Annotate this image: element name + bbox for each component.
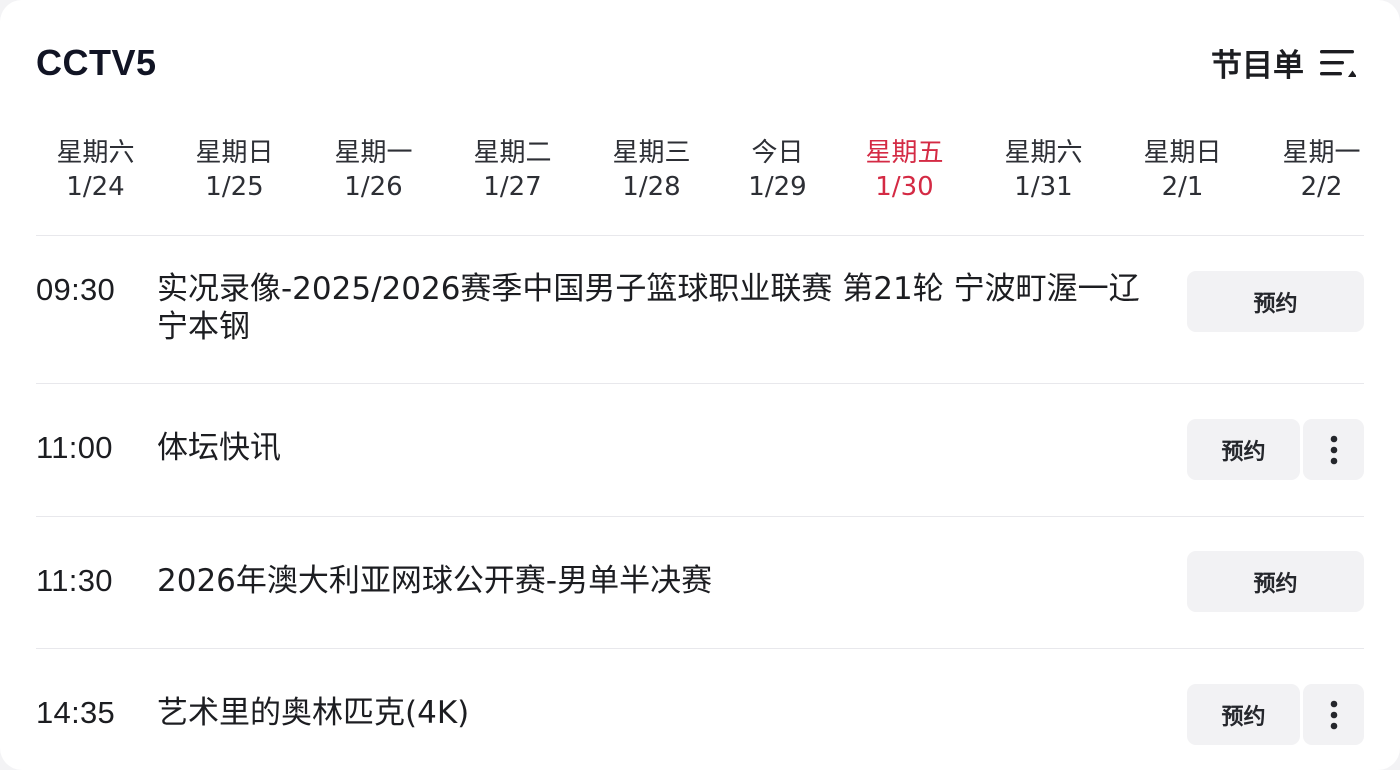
day-date: 1/29: [748, 172, 807, 202]
program-row: 14:35 艺术里的奥林匹克(4K) 预约: [36, 649, 1364, 755]
program-title: 艺术里的奥林匹克(4K): [157, 695, 470, 731]
day-tab[interactable]: 星期六 1/31: [974, 136, 1113, 204]
day-tab-selected[interactable]: 星期五 1/30: [835, 136, 974, 204]
day-name: 星期日: [1143, 138, 1222, 168]
program-time: 11:30: [36, 563, 113, 598]
more-button[interactable]: [1303, 684, 1364, 745]
day-date: 1/27: [483, 172, 542, 202]
day-name: 星期六: [56, 138, 135, 168]
day-name: 星期三: [612, 138, 691, 168]
day-date: 1/25: [205, 172, 264, 202]
day-date: 2/2: [1300, 172, 1343, 202]
day-tab[interactable]: 星期六 1/24: [26, 136, 165, 204]
epg-card: CCTV5 节目单 星期六 1/24 星期日 1/25 星期一 1/26 星期二…: [0, 0, 1400, 770]
schedule-label: 节目单: [1211, 48, 1304, 84]
reserve-button[interactable]: 预约: [1187, 551, 1364, 612]
program-time: 09:30: [36, 272, 116, 307]
day-date: 1/24: [66, 172, 125, 202]
program-time: 11:00: [36, 430, 113, 465]
program-row: 11:30 2026年澳大利亚网球公开赛-男单半决赛 预约: [36, 517, 1364, 648]
more-vertical-icon: [1330, 700, 1337, 729]
day-selector: 星期六 1/24 星期日 1/25 星期一 1/26 星期二 1/27 星期三 …: [26, 136, 1400, 216]
program-time: 14:35: [36, 695, 116, 730]
day-name: 星期一: [1282, 138, 1361, 168]
day-date: 1/30: [875, 172, 934, 202]
day-tab[interactable]: 星期一 2/2: [1252, 136, 1391, 204]
header: CCTV5 节目单: [36, 36, 1356, 92]
day-date: 1/26: [344, 172, 403, 202]
more-button[interactable]: [1303, 419, 1364, 480]
channel-title: CCTV5: [36, 42, 157, 83]
day-date: 1/31: [1014, 172, 1073, 202]
day-name: 今日: [751, 138, 804, 168]
day-tab[interactable]: 星期日 1/25: [165, 136, 304, 204]
day-tab-today[interactable]: 今日 1/29: [708, 136, 847, 204]
schedule-button[interactable]: 节目单: [1211, 40, 1356, 85]
day-tab[interactable]: 星期日 2/1: [1113, 136, 1252, 204]
program-row: 09:30 实况录像-2025/2026赛季中国男子篮球职业联赛 第21轮 宁波…: [36, 236, 1364, 383]
program-title: 2026年澳大利亚网球公开赛-男单半决赛: [157, 563, 713, 599]
program-row: 11:00 体坛快讯 预约: [36, 384, 1364, 516]
program-title: 体坛快讯: [157, 430, 281, 466]
reserve-button[interactable]: 预约: [1187, 271, 1364, 332]
day-date: 1/28: [622, 172, 681, 202]
program-title: 实况录像-2025/2026赛季中国男子篮球职业联赛 第21轮 宁波町渥一辽宁本…: [157, 271, 1140, 345]
day-name: 星期五: [865, 138, 944, 168]
day-date: 2/1: [1161, 172, 1204, 202]
day-name: 星期二: [473, 138, 552, 168]
day-name: 星期一: [334, 138, 413, 168]
reserve-button[interactable]: 预约: [1187, 684, 1300, 745]
day-tab[interactable]: 星期一 1/26: [304, 136, 443, 204]
day-tab[interactable]: 星期三 1/28: [582, 136, 721, 204]
more-vertical-icon: [1330, 435, 1337, 464]
day-tab[interactable]: 星期二 1/27: [443, 136, 582, 204]
list-sort-icon: [1320, 49, 1356, 77]
day-name: 星期六: [1004, 138, 1083, 168]
day-name: 星期日: [195, 138, 274, 168]
reserve-button[interactable]: 预约: [1187, 419, 1300, 480]
